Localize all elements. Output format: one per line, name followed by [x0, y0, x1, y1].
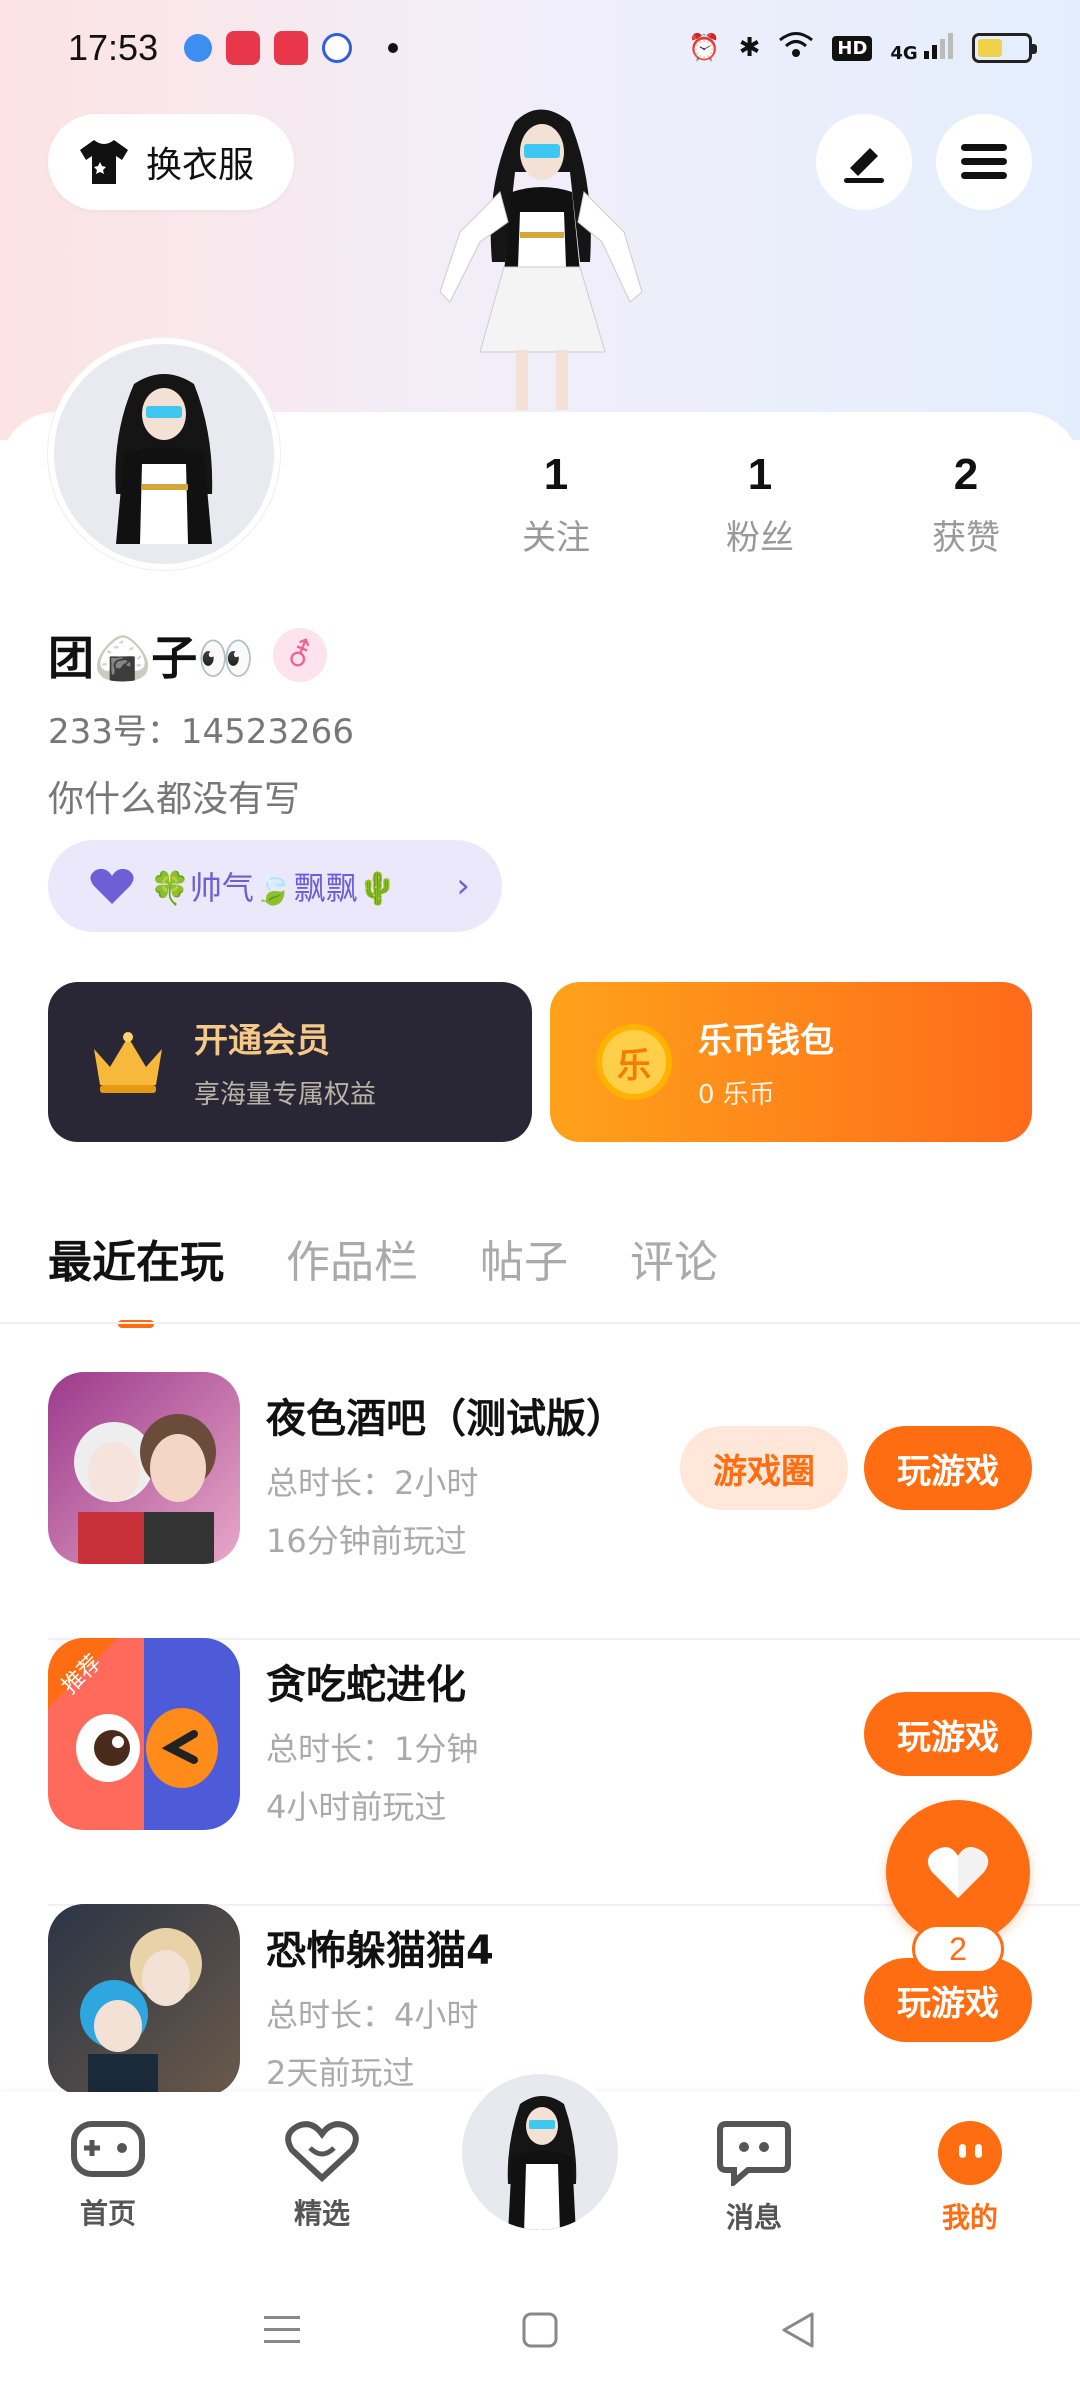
divider: [0, 1322, 1080, 1324]
game-title: 贪吃蛇进化: [266, 1662, 466, 1708]
status-time: 17:53: [68, 27, 159, 68]
username: 团🍙子👀: [48, 631, 255, 685]
game-duration: 总时长：1分钟: [266, 1730, 479, 1768]
home-icon[interactable]: [520, 2310, 560, 2350]
shirt-icon: [80, 140, 128, 184]
play-game-button[interactable]: 玩游戏: [864, 1692, 1032, 1776]
wallet-balance: 0 乐币: [698, 1080, 775, 1110]
list-item[interactable]: 夜色酒吧（测试版） 总时长：2小时 16分钟前玩过 游戏圈 玩游戏: [48, 1372, 1080, 1640]
vip-membership-card[interactable]: 开通会员 享海量专属权益: [48, 982, 532, 1142]
stat-value: 1: [543, 450, 569, 499]
stat-likes[interactable]: 2 获赞: [886, 450, 1046, 559]
smiley-face-icon: [938, 2121, 1002, 2185]
stat-label: 粉丝: [726, 518, 794, 558]
message-icon: [717, 2121, 791, 2189]
nav-label: 首页: [79, 2197, 136, 2230]
game-last-played: 16分钟前玩过: [266, 1522, 467, 1560]
game-last-played: 2天前玩过: [266, 2054, 415, 2092]
baidu-icon: [322, 33, 353, 63]
hamburger-icon: [961, 144, 1007, 179]
game-last-played: 4小时前玩过: [266, 1788, 447, 1826]
bluetooth-icon: ✱: [738, 33, 761, 63]
chevron-right-icon: ›: [456, 866, 470, 906]
app-notification-icon: [184, 34, 213, 62]
coin-icon: 乐: [596, 1024, 672, 1100]
play-game-button[interactable]: 玩游戏: [864, 1426, 1032, 1510]
tab-works[interactable]: 作品栏: [286, 1226, 418, 1290]
gender-icon: ⚦: [272, 628, 327, 682]
wifi-icon: [778, 31, 814, 66]
username-row: 团🍙子👀 ⚦: [48, 622, 327, 688]
game-icon[interactable]: [48, 1904, 240, 2096]
heart-icon: [90, 868, 134, 904]
game-duration: 总时长：2小时: [266, 1464, 479, 1502]
heart-outline-icon: [285, 2121, 359, 2183]
stat-value: 1: [747, 450, 773, 499]
game-title: 夜色酒吧（测试版）: [266, 1396, 626, 1442]
crown-icon: [94, 1032, 162, 1093]
gamepad-icon: [71, 2121, 145, 2177]
game-icon[interactable]: 推荐: [48, 1638, 240, 1830]
status-bar: 17:53 ⏰ ✱ HD 4G: [0, 0, 1080, 96]
bottom-navigation: 首页 精选 消息 我的: [0, 2068, 1080, 2268]
nav-label: 消息: [725, 2201, 782, 2234]
nav-featured[interactable]: 精选: [252, 2120, 392, 2232]
vip-title: 开通会员: [194, 1021, 330, 1061]
back-icon[interactable]: [778, 2308, 818, 2352]
tab-posts[interactable]: 帖子: [480, 1226, 568, 1290]
app-notification-icon: [226, 31, 261, 65]
stat-following[interactable]: 1 关注: [476, 450, 636, 559]
nav-label: 精选: [293, 2197, 350, 2230]
more-notifications-dot: [388, 43, 399, 53]
stat-label: 关注: [522, 518, 590, 558]
stat-followers[interactable]: 1 粉丝: [680, 450, 840, 559]
user-id: 233号：14523266: [48, 712, 354, 752]
nav-home[interactable]: 首页: [38, 2120, 178, 2232]
nav-me[interactable]: 我的: [900, 2120, 1040, 2236]
signal-icon: 4G: [890, 32, 954, 64]
system-navigation-bar: [0, 2268, 1080, 2400]
edit-profile-button[interactable]: [816, 114, 912, 210]
game-title: 恐怖躲猫猫4: [266, 1928, 494, 1974]
personality-tag-pill[interactable]: 🍀帅气🍃飘飘🌵 ›: [48, 840, 502, 932]
game-icon[interactable]: [48, 1372, 240, 1564]
tab-recently-played[interactable]: 最近在玩: [48, 1226, 224, 1328]
game-circle-button[interactable]: 游戏圈: [680, 1426, 848, 1510]
profile-tabs: 最近在玩 作品栏 帖子 评论: [48, 1226, 718, 1328]
pen-icon: [844, 148, 884, 183]
nav-messages[interactable]: 消息: [684, 2120, 824, 2236]
change-outfit-label: 换衣服: [146, 145, 255, 186]
tag-text: 🍀帅气🍃飘飘🌵: [150, 869, 398, 907]
avatar-character-figure[interactable]: [420, 92, 660, 412]
alarm-icon: ⏰: [688, 33, 721, 63]
coin-wallet-card[interactable]: 乐 乐币钱包 0 乐币: [550, 982, 1032, 1142]
like-count-badge: 2: [912, 1924, 1004, 1974]
battery-icon: [972, 33, 1037, 63]
wallet-title: 乐币钱包: [698, 1021, 834, 1061]
change-outfit-button[interactable]: 换衣服: [48, 114, 294, 210]
nav-avatar-button[interactable]: [456, 2068, 624, 2236]
user-bio[interactable]: 你什么都没有写: [48, 770, 300, 822]
stat-label: 获赞: [932, 518, 1000, 558]
video-app-icon: [274, 31, 309, 65]
hd-icon: HD: [832, 35, 873, 61]
nav-label: 我的: [941, 2201, 998, 2234]
avatar[interactable]: [48, 338, 280, 570]
recent-apps-icon[interactable]: [262, 2312, 302, 2348]
stat-value: 2: [953, 450, 979, 499]
heart-icon: [927, 1847, 989, 1898]
vip-subtitle: 享海量专属权益: [194, 1080, 377, 1110]
like-fab-button[interactable]: [886, 1800, 1030, 1944]
menu-button[interactable]: [936, 114, 1032, 210]
tab-comments[interactable]: 评论: [630, 1226, 718, 1290]
game-duration: 总时长：4小时: [266, 1996, 479, 2034]
